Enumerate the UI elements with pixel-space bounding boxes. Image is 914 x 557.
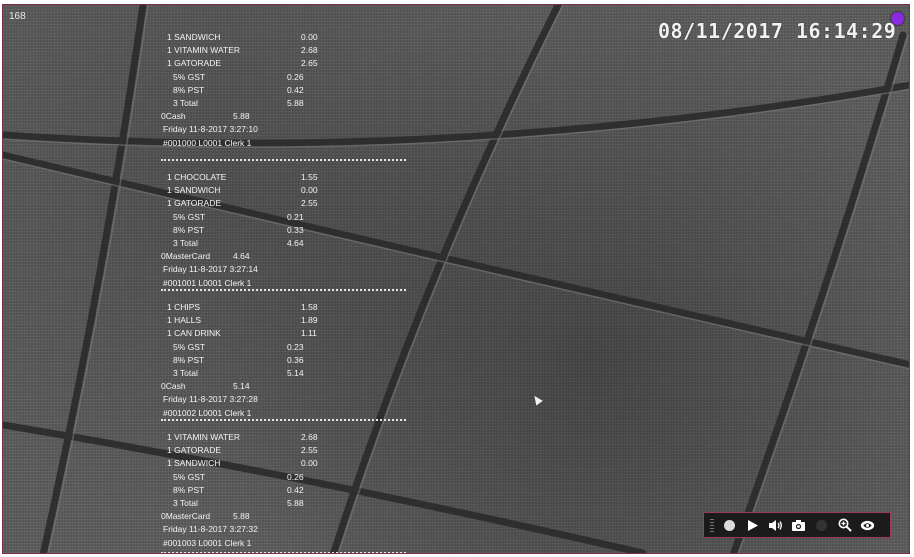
ceiling-grid (3, 5, 909, 553)
record-icon (724, 519, 735, 531)
record-indicator-icon (891, 12, 904, 25)
play-button[interactable] (745, 518, 760, 533)
receipt-item-amount: 2.68 (301, 45, 318, 56)
receipt-total-label: 3 Total (173, 98, 198, 108)
play-icon (748, 519, 758, 531)
receipt-overlay: 1 SANDWICH 0.00 1 VITAMIN WATER 2.68 1 GATOR… (161, 32, 421, 553)
ptz-icon (860, 520, 875, 530)
ceiling-beam (3, 81, 909, 147)
receipt-item-label: 1 VITAMIN WATER (167, 432, 241, 442)
receipt-item-label: 1 HALLS (167, 315, 202, 326)
record-button[interactable] (722, 518, 737, 533)
receipt-total-label: 3 Total (173, 498, 198, 508)
receipt-item-amount: 2.65 (301, 58, 318, 69)
snapshot-button[interactable] (791, 518, 806, 533)
receipt-total-label: 3 Total (173, 368, 198, 378)
receipt-item-label: 1 SANDWICH (167, 458, 221, 469)
receipt-item-amount: 2.55 (301, 198, 318, 209)
receipt-tax-amount: 0.21 (287, 211, 304, 222)
receipt-item-amount: 0.00 (301, 458, 318, 469)
receipt-item-amount: 0.00 (301, 32, 318, 42)
receipt-payment-label: 0Cash (161, 381, 186, 392)
receipt-item-amount: 2.68 (301, 432, 318, 442)
audio-button[interactable] (768, 518, 783, 533)
speaker-icon (769, 519, 782, 531)
receipt-separator (161, 289, 406, 293)
receipt-separator (161, 419, 406, 423)
receipt-item-label: 1 CHIPS (167, 302, 201, 312)
receipt-tax-amount: 0.26 (287, 471, 304, 482)
receipt-total-label: 3 Total (173, 238, 198, 248)
camera-icon (792, 519, 805, 531)
ceiling-beam (3, 151, 909, 369)
receipt-item-label: 1 GATORADE (167, 198, 222, 209)
circle-icon (816, 519, 827, 531)
receipt-payment-label: 0Cash (161, 111, 186, 122)
receipt-tax-amount: 0.36 (287, 354, 304, 365)
receipt-tax-label: 8% PST (173, 484, 205, 495)
receipt-tax-label: 5% GST (173, 71, 206, 82)
receipt-item-label: 1 SANDWICH (167, 32, 221, 42)
receipt-separator (161, 552, 406, 553)
receipt-datetime-label: Friday 11-8-2017 3:27:10 (163, 124, 258, 135)
receipt-total-amount: 5.88 (287, 98, 304, 108)
receipt-tax-label: 8% PST (173, 354, 205, 365)
receipt-tax-label: 5% GST (173, 341, 206, 352)
receipt-total-amount: 5.88 (287, 498, 304, 508)
receipt-item-amount: 0.00 (301, 185, 318, 196)
receipt-item-label: 1 SANDWICH (167, 185, 221, 196)
receipt-separator (161, 159, 406, 163)
zoom-in-icon (838, 518, 852, 532)
receipt-tax-amount: 0.33 (287, 224, 304, 235)
receipt-payment-amount: 5.88 (233, 111, 250, 122)
receipt-datetime-label: Friday 11-8-2017 3:27:14 (163, 264, 258, 275)
receipt-item-amount: 1.58 (301, 302, 318, 312)
receipt-datetime-label: Friday 11-8-2017 3:27:32 (163, 524, 258, 535)
receipt-clerk-label: #001000 L0001 Clerk 1 (163, 137, 252, 148)
receipt-item-label: 1 VITAMIN WATER (167, 45, 241, 56)
ceiling-beam (39, 5, 147, 553)
ptz-button[interactable] (860, 518, 875, 533)
zoom-button[interactable] (837, 518, 852, 533)
receipt-item-amount: 1.89 (301, 315, 318, 326)
receipt-payment-amount: 5.14 (233, 381, 250, 392)
receipt-item-label: 1 CHOCOLATE (167, 172, 227, 182)
receipt-clerk-label: #001003 L0001 Clerk 1 (163, 537, 252, 548)
receipt-tax-amount: 0.42 (287, 84, 304, 95)
receipt-payment-label: 0MasterCard (161, 511, 211, 522)
receipt-tax-label: 5% GST (173, 471, 206, 482)
receipt-tax-label: 8% PST (173, 224, 205, 235)
playback-toolbar (703, 512, 891, 538)
receipt-payment-amount: 5.88 (233, 511, 250, 522)
receipt-clerk-label: #001002 L0001 Clerk 1 (163, 407, 252, 418)
timestamp: 08/11/2017 16:14:29 (658, 19, 897, 43)
receipt-total-amount: 4.64 (287, 238, 304, 248)
receipt-item-amount: 1.11 (301, 328, 317, 339)
video-feed[interactable]: 168 08/11/2017 16:14:29 1 SANDWICH 0.00 1 … (2, 4, 910, 554)
toolbar-grip-icon[interactable] (710, 518, 714, 532)
receipt-datetime-label: Friday 11-8-2017 3:27:28 (163, 394, 258, 405)
receipt-tax-label: 8% PST (173, 84, 205, 95)
receipt-total-amount: 5.14 (287, 368, 304, 378)
receipt-tax-label: 5% GST (173, 211, 206, 222)
receipt-tax-amount: 0.26 (287, 71, 304, 82)
receipt-clerk-label: #001001 L0001 Clerk 1 (163, 277, 252, 288)
receipt-payment-amount: 4.64 (233, 251, 250, 262)
receipt-item-label: 1 CAN DRINK (167, 328, 221, 339)
receipt-item-label: 1 GATORADE (167, 58, 222, 69)
receipt-item-label: 1 GATORADE (167, 445, 222, 456)
disabled-button[interactable] (814, 518, 829, 533)
channel-label: 168 (9, 11, 26, 22)
receipt-item-amount: 1.55 (301, 172, 318, 182)
receipt-item-amount: 2.55 (301, 445, 318, 456)
receipt-tax-amount: 0.42 (287, 484, 304, 495)
receipt-tax-amount: 0.23 (287, 341, 304, 352)
receipt-payment-label: 0MasterCard (161, 251, 211, 262)
